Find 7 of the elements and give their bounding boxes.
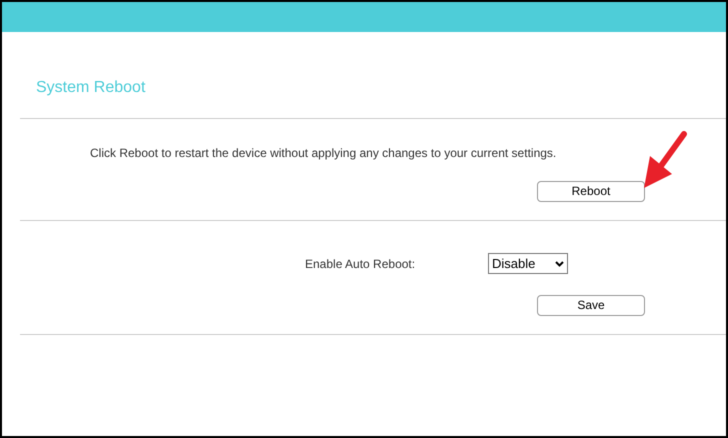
page-title: System Reboot [36,79,146,96]
auto-reboot-label: Enable Auto Reboot: [305,256,416,272]
chevron-down-icon [555,260,564,266]
auto-reboot-dropdown[interactable]: Disable [488,253,568,274]
description-text: Click Reboot to restart the device without applying any changes to your current settings. [90,146,556,160]
save-button[interactable]: Save [537,294,645,316]
reboot-button[interactable]: Reboot [537,180,645,202]
